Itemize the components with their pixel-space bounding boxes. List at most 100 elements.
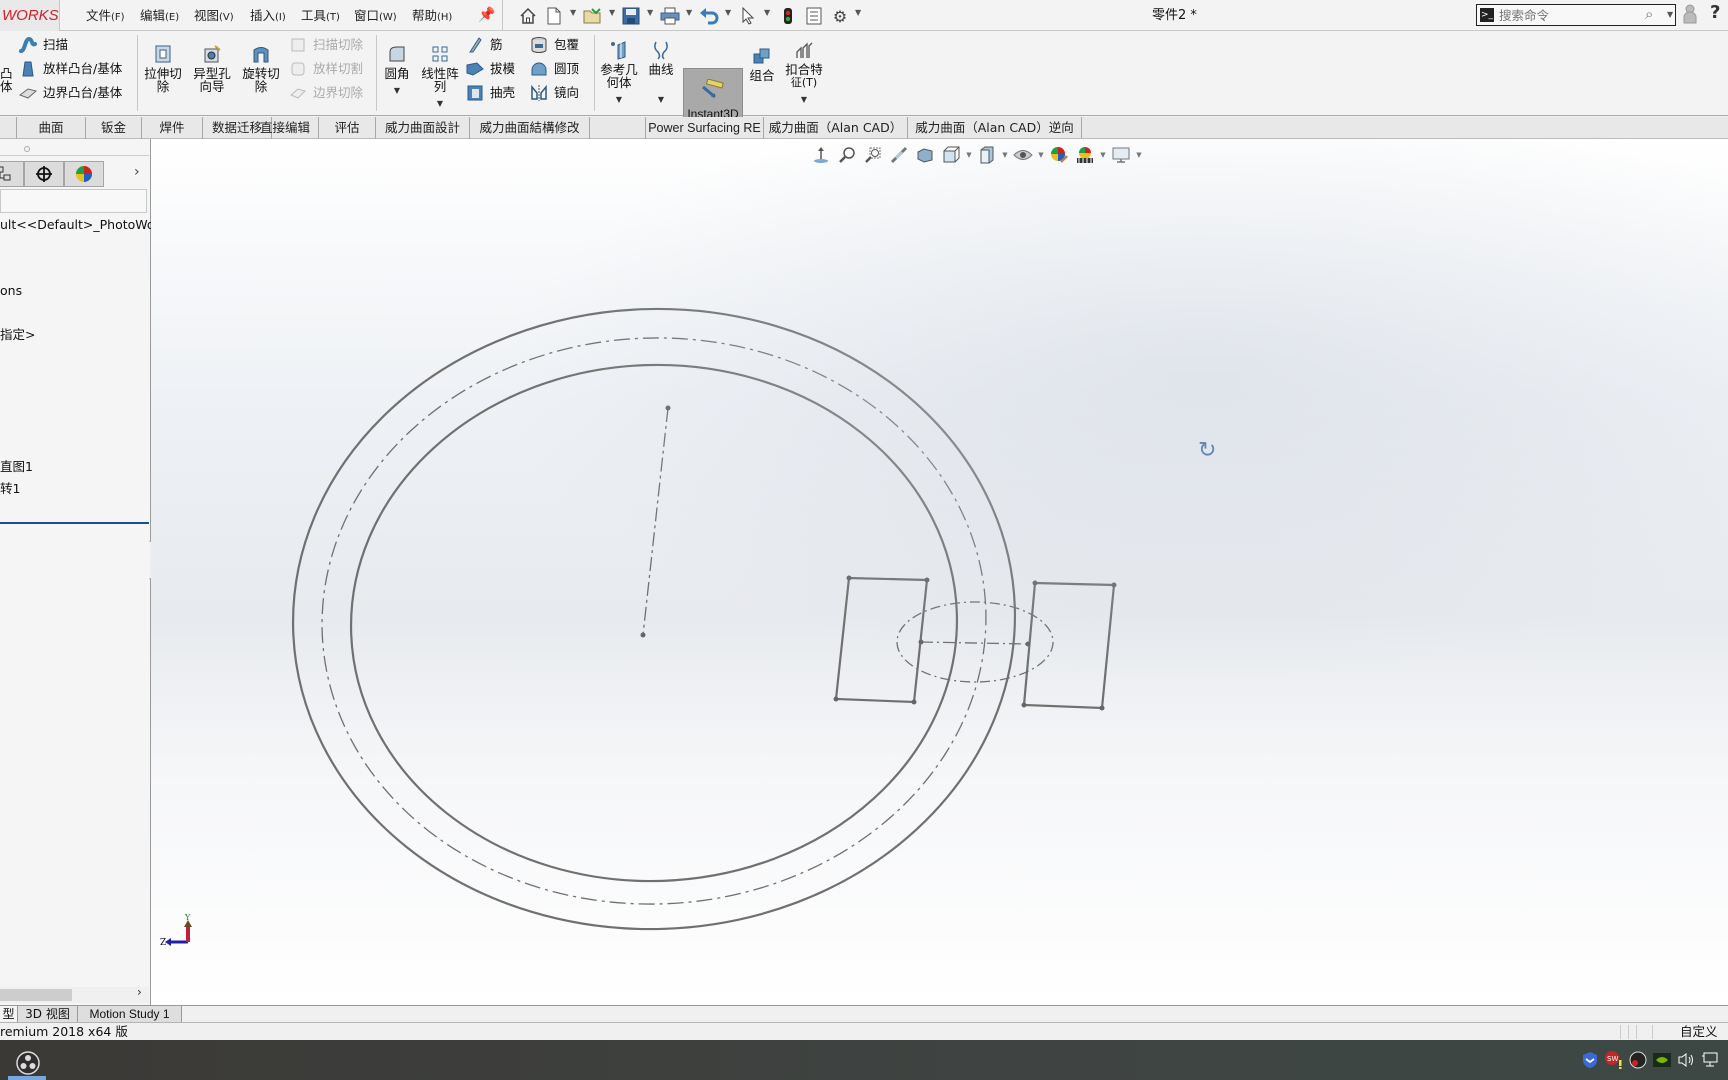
draft-button[interactable]: 拔模 [465, 57, 515, 81]
tab-power-surfacing-re[interactable]: Power Surfacing RE [646, 117, 764, 139]
home-icon[interactable] [517, 5, 539, 27]
open-folder-icon[interactable] [582, 5, 604, 27]
view-orientation-dropdown-icon[interactable]: ▼ [964, 151, 974, 159]
print-dropdown-icon[interactable]: ▼ [686, 8, 692, 17]
zoom-to-area-icon[interactable] [834, 145, 860, 165]
menu-view[interactable]: 视图(V) [194, 0, 234, 31]
view-settings-icon[interactable] [1108, 145, 1134, 165]
next-tab-arrow-icon[interactable]: › [134, 164, 140, 180]
select-dropdown-icon[interactable]: ▼ [764, 8, 770, 17]
tab-direct-editing[interactable]: 直接编辑 [252, 117, 319, 139]
network-icon[interactable] [1699, 1049, 1721, 1071]
revolved-cut-button[interactable]: 旋转切 除 [240, 43, 282, 93]
dimxpert-icon[interactable] [24, 161, 64, 187]
volume-icon[interactable] [1675, 1049, 1697, 1071]
tab-power-surfacing-structure[interactable]: 威力曲面結構修改 [470, 117, 590, 139]
search-commands-box[interactable]: >_ ⌕ ▼ [1476, 4, 1676, 26]
loft-boss-button[interactable]: 放样凸台/基体 [18, 57, 122, 81]
menu-tools[interactable]: 工具(T) [301, 0, 340, 31]
section-view-icon[interactable] [886, 145, 912, 165]
display-style-dropdown-icon[interactable]: ▼ [1000, 151, 1010, 159]
menu-edit[interactable]: 编辑(E) [140, 0, 179, 31]
user-account-icon[interactable] [1683, 4, 1697, 29]
apply-scene-icon[interactable] [1072, 145, 1098, 165]
dome-button[interactable]: 圆顶 [529, 57, 579, 81]
rib-button[interactable]: 筋 [465, 33, 515, 57]
options-gear-icon[interactable]: ⚙ [829, 5, 851, 27]
curves-dropdown-icon[interactable]: ▼ [658, 93, 664, 106]
dynamic-annotation-icon[interactable] [912, 145, 938, 165]
fastening-dropdown-icon[interactable]: ▼ [801, 93, 807, 106]
reference-geometry-dropdown-icon[interactable]: ▼ [616, 93, 622, 106]
nvidia-icon[interactable] [1651, 1049, 1673, 1071]
display-style-icon[interactable] [974, 145, 1000, 165]
curves-button[interactable]: 曲线 ▼ [642, 39, 680, 106]
panel-grip[interactable] [24, 146, 30, 152]
status-units-custom[interactable]: 自定义 [1680, 1023, 1718, 1041]
new-dropdown-icon[interactable]: ▼ [570, 8, 576, 17]
file-properties-icon[interactable] [803, 5, 825, 27]
tab-power-surfacing-alan-cad[interactable]: 威力曲面（Alan CAD） [764, 117, 908, 139]
tab-surfaces[interactable]: 曲面 [17, 117, 86, 139]
tab-3d-views[interactable]: 3D 视图 [18, 1006, 78, 1023]
tree-item-material[interactable]: 指定> [0, 326, 35, 344]
linear-pattern-button[interactable]: 线性阵 列 ▼ [418, 43, 462, 110]
fillet-button[interactable]: 圆角 ▼ [378, 43, 416, 97]
zoom-to-fit-icon[interactable] [808, 145, 834, 165]
swept-cut-button[interactable]: 扫描切除 [288, 33, 363, 57]
help-icon[interactable]: ? [1710, 2, 1720, 23]
combine-button[interactable]: 组合 [744, 45, 780, 82]
search-dropdown-icon[interactable]: ▼ [1667, 10, 1673, 19]
tree-item-revolve1[interactable]: 转1 [0, 480, 20, 498]
hide-show-dropdown-icon[interactable]: ▼ [1036, 151, 1046, 159]
panel-horizontal-scrollbar[interactable]: › [0, 985, 149, 1003]
tab-power-surfacing-alan-cad-reverse[interactable]: 威力曲面（Alan CAD）逆向 [908, 117, 1082, 139]
edit-appearance-icon[interactable] [1046, 145, 1072, 165]
tab-model[interactable]: 型 [0, 1006, 18, 1023]
scroll-right-arrow-icon[interactable]: › [137, 985, 142, 999]
view-settings-dropdown-icon[interactable]: ▼ [1134, 151, 1144, 159]
display-manager-icon[interactable] [64, 161, 104, 187]
select-cursor-icon[interactable] [737, 5, 759, 27]
boss-extrude-partial[interactable]: 凸 体 [0, 67, 13, 93]
menu-window[interactable]: 窗口(W) [354, 0, 397, 31]
boundary-cut-button[interactable]: 边界切除 [288, 81, 363, 105]
tree-item-sketch1[interactable]: 直图1 [0, 458, 33, 476]
hide-show-items-icon[interactable] [1010, 145, 1036, 165]
view-orientation-icon[interactable] [938, 145, 964, 165]
menu-help[interactable]: 帮助(H) [412, 0, 452, 31]
tree-item-display-state[interactable]: ult<<Default>_PhotoWork [0, 216, 167, 234]
apply-scene-dropdown-icon[interactable]: ▼ [1098, 151, 1108, 159]
rebuild-traffic-light-icon[interactable] [777, 5, 799, 27]
pin-menu-icon[interactable]: 📌 [478, 7, 495, 23]
tab-sheet-metal[interactable]: 钣金 [86, 117, 142, 139]
open-dropdown-icon[interactable]: ▼ [609, 8, 615, 17]
menu-file[interactable]: 文件(F) [86, 0, 125, 31]
tab-motion-study-1[interactable]: Motion Study 1 [78, 1006, 182, 1023]
reference-geometry-button[interactable]: 参考几 何体 ▼ [597, 39, 641, 106]
search-icon[interactable]: ⌕ [1645, 5, 1653, 23]
undo-icon[interactable] [698, 5, 720, 27]
obs-studio-icon[interactable] [8, 1046, 48, 1080]
lofted-cut-button[interactable]: 放样切割 [288, 57, 363, 81]
wrap-button[interactable]: 包覆 [529, 33, 579, 57]
shell-button[interactable]: 抽壳 [465, 81, 515, 105]
tab-weldments[interactable]: 焊件 [142, 117, 203, 139]
app-logo[interactable]: WORKS [0, 0, 60, 31]
linear-pattern-dropdown-icon[interactable]: ▼ [437, 97, 443, 110]
options-dropdown-icon[interactable]: ▼ [855, 8, 861, 17]
mirror-button[interactable]: 镜向 [529, 81, 579, 105]
new-document-icon[interactable] [543, 5, 565, 27]
print-icon[interactable] [659, 5, 681, 27]
tab-blank[interactable] [590, 117, 646, 139]
obs-recording-icon[interactable] [1627, 1049, 1649, 1071]
undo-dropdown-icon[interactable]: ▼ [725, 8, 731, 17]
sketch-canvas[interactable] [151, 139, 1728, 1005]
fastening-features-button[interactable]: 扣合特 征(T) ▼ [782, 39, 826, 106]
search-input[interactable] [1499, 7, 1639, 23]
graphics-area[interactable]: Y Z ◂ ↻ [151, 139, 1728, 1005]
configuration-manager-icon[interactable] [0, 161, 24, 187]
solidworks-alert-icon[interactable]: SW [1603, 1049, 1625, 1071]
menu-insert[interactable]: 插入(I) [250, 0, 286, 31]
boundary-boss-button[interactable]: 边界凸台/基体 [18, 81, 122, 105]
